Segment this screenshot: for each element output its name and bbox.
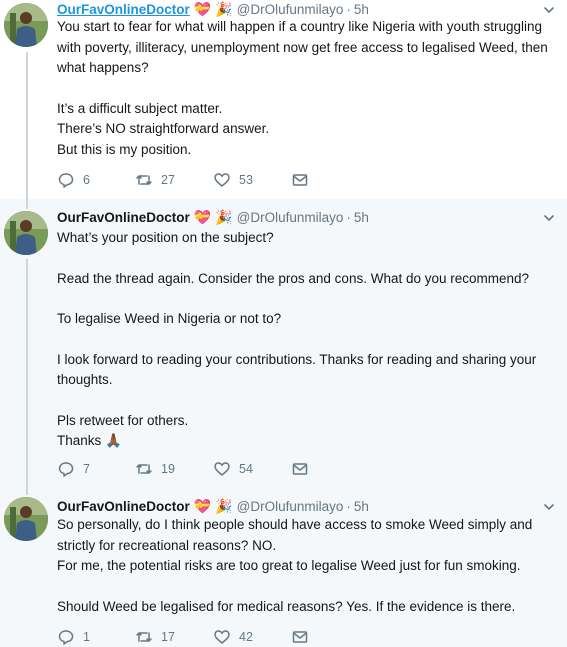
- timestamp[interactable]: 5h: [354, 210, 369, 225]
- tweet-paragraph: Should Weed be legalised for medical rea…: [57, 598, 516, 614]
- direct-message-button[interactable]: [291, 460, 321, 478]
- retweet-count: 17: [161, 630, 175, 644]
- reply-count: 6: [83, 173, 90, 187]
- tweet-paragraph: Read the thread again. Consider the pros…: [57, 270, 530, 286]
- retweet-count: 19: [161, 462, 175, 476]
- chevron-down-icon[interactable]: [543, 212, 555, 224]
- heart-icon: [213, 628, 239, 646]
- tweet-paragraph: To legalise Weed in Nigeria or not to?: [57, 311, 282, 326]
- party-emoji: 🎉: [215, 498, 233, 514]
- tweet-header: OurFavOnlineDoctor 💝 🎉 @DrOlufunmilayo ·…: [57, 497, 369, 515]
- thread-line: [26, 52, 28, 199]
- avatar[interactable]: [4, 211, 48, 255]
- tweet[interactable]: OurFavOnlineDoctor 💝 🎉 @DrOlufunmilayo ·…: [0, 199, 567, 485]
- tweet-header: OurFavOnlineDoctor 💝 🎉 @DrOlufunmilayo ·…: [57, 0, 369, 18]
- reply-button[interactable]: 1: [57, 628, 135, 646]
- envelope-icon: [291, 460, 317, 478]
- thread-line: [26, 199, 28, 209]
- separator-dot: ·: [346, 1, 351, 17]
- direct-message-button[interactable]: [291, 628, 321, 646]
- reply-icon: [57, 460, 83, 478]
- like-count: 42: [239, 630, 253, 644]
- direct-message-button[interactable]: [291, 171, 321, 189]
- reply-button[interactable]: 7: [57, 460, 135, 478]
- like-button[interactable]: 53: [213, 171, 291, 189]
- heart-ribbon-emoji: 💝: [193, 498, 212, 514]
- chevron-down-icon[interactable]: [543, 501, 555, 513]
- heart-ribbon-emoji: 💝: [193, 1, 212, 17]
- tweet-text: What’s your position on the subject? Rea…: [57, 228, 562, 452]
- like-count: 53: [239, 173, 253, 187]
- tweet-paragraph: So personally, do I think people should …: [57, 517, 533, 573]
- user-handle[interactable]: @DrOlufunmilayo: [237, 210, 344, 225]
- tweet-text: You start to fear for what will happen i…: [57, 17, 562, 160]
- like-button[interactable]: 42: [213, 628, 291, 646]
- tweet-paragraph: What’s your position on the subject?: [57, 230, 274, 245]
- tweet-text: So personally, do I think people should …: [57, 515, 562, 617]
- separator-dot: ·: [346, 498, 351, 514]
- reply-count: 7: [83, 462, 90, 476]
- reply-icon: [57, 628, 83, 646]
- retweet-icon: [135, 171, 161, 189]
- retweet-count: 27: [161, 173, 175, 187]
- retweet-button[interactable]: 17: [135, 628, 213, 646]
- tweet[interactable]: OurFavOnlineDoctor 💝 🎉 @DrOlufunmilayo ·…: [0, 485, 567, 647]
- thread-line: [26, 259, 28, 485]
- tweet-actions: 1 17 42: [57, 627, 321, 647]
- heart-icon: [213, 460, 239, 478]
- chevron-down-icon[interactable]: [543, 4, 555, 16]
- timestamp[interactable]: 5h: [354, 499, 369, 514]
- party-emoji: 🎉: [215, 1, 233, 17]
- like-count: 54: [239, 462, 253, 476]
- envelope-icon: [291, 171, 317, 189]
- reply-count: 1: [83, 630, 90, 644]
- tweet-actions: 6 27 53: [57, 170, 321, 190]
- separator-dot: ·: [346, 209, 351, 225]
- like-button[interactable]: 54: [213, 460, 291, 478]
- tweet-paragraph: You start to fear for what will happen i…: [57, 19, 552, 75]
- tweet-header: OurFavOnlineDoctor 💝 🎉 @DrOlufunmilayo ·…: [57, 208, 369, 226]
- retweet-icon: [135, 628, 161, 646]
- display-name[interactable]: OurFavOnlineDoctor: [57, 210, 190, 225]
- avatar[interactable]: [4, 3, 48, 47]
- envelope-icon: [291, 628, 317, 646]
- user-handle[interactable]: @DrOlufunmilayo: [237, 499, 344, 514]
- retweet-button[interactable]: 27: [135, 171, 213, 189]
- tweet[interactable]: OurFavOnlineDoctor 💝 🎉 @DrOlufunmilayo ·…: [0, 0, 567, 199]
- retweet-button[interactable]: 19: [135, 460, 213, 478]
- display-name[interactable]: OurFavOnlineDoctor: [57, 499, 190, 514]
- reply-button[interactable]: 6: [57, 171, 135, 189]
- display-name[interactable]: OurFavOnlineDoctor: [57, 2, 190, 17]
- tweet-paragraph: It’s a difficult subject matter. There’s…: [57, 100, 270, 157]
- avatar[interactable]: [4, 497, 48, 541]
- retweet-icon: [135, 460, 161, 478]
- tweet-actions: 7 19 54: [57, 459, 321, 479]
- timestamp[interactable]: 5h: [354, 2, 369, 17]
- reply-icon: [57, 171, 83, 189]
- user-handle[interactable]: @DrOlufunmilayo: [237, 2, 344, 17]
- heart-ribbon-emoji: 💝: [193, 209, 212, 225]
- party-emoji: 🎉: [215, 209, 233, 225]
- heart-icon: [213, 171, 239, 189]
- thread-line: [26, 485, 28, 495]
- tweet-paragraph: Pls retweet for others. Thanks 🙏🏾: [57, 412, 189, 449]
- tweet-paragraph: I look forward to reading your contribut…: [57, 351, 541, 388]
